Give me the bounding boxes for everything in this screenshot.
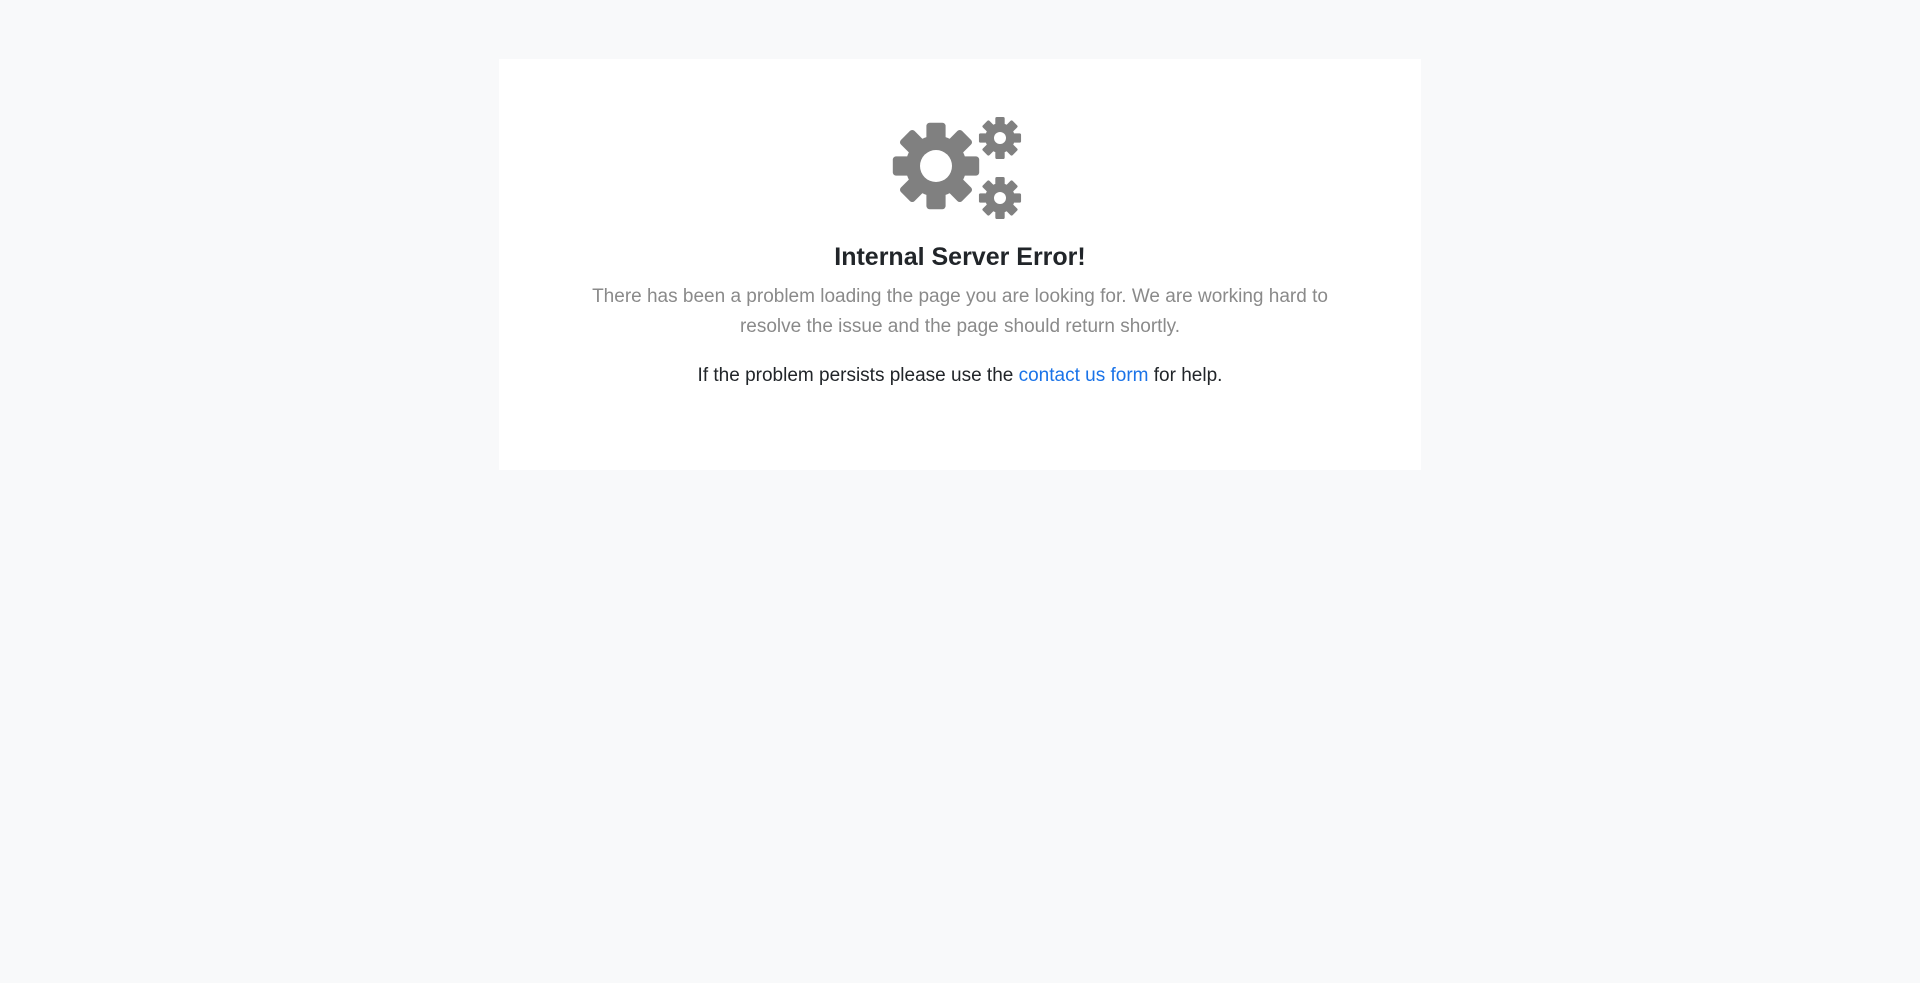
help-text-prefix: If the problem persists please use the <box>697 365 1019 386</box>
error-card: Internal Server Error! There has been a … <box>499 59 1421 470</box>
error-message: There has been a problem loading the pag… <box>592 286 1328 337</box>
help-text-suffix: for help. <box>1148 365 1223 386</box>
gears-icon <box>892 116 1026 222</box>
contact-us-link[interactable]: contact us form <box>1019 365 1149 386</box>
help-text: If the problem persists please use the c… <box>499 361 1421 391</box>
error-title: Internal Server Error! <box>834 243 1086 271</box>
